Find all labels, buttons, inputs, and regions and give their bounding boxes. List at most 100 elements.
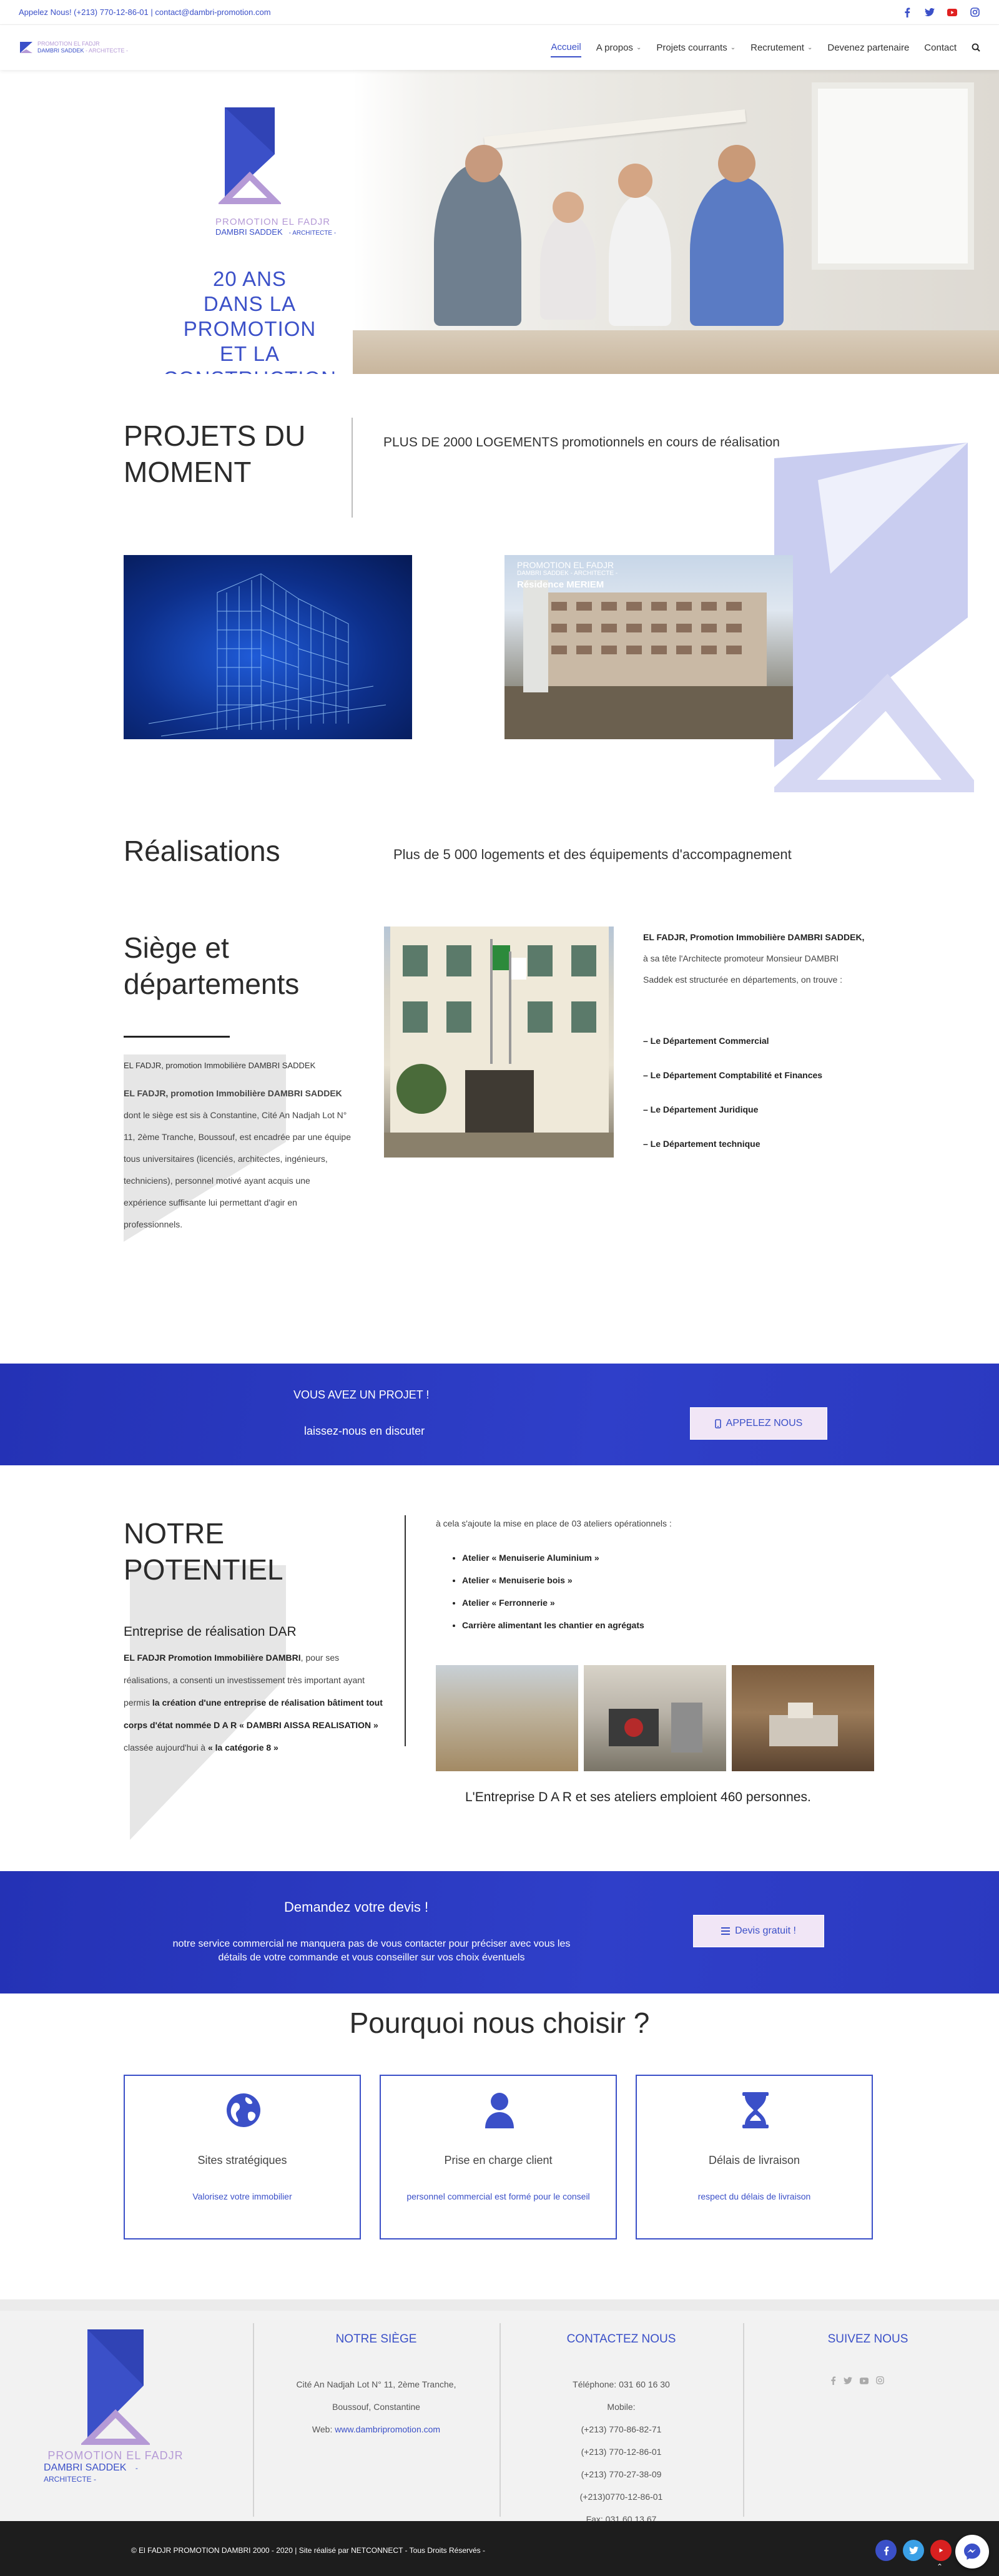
why-us-section: Pourquoi nous choisir ? Sites stratégiqu… — [0, 1993, 999, 2299]
siege-right-bold: EL FADJR, Promotion Immobilière DAMBRI S… — [643, 932, 865, 942]
potentiel-body: EL FADJR Promotion Immobilière DAMBRI, p… — [124, 1646, 386, 1759]
projects-title-line1: PROJETS DU — [124, 420, 306, 452]
hero-tagline-line1: 20 ANS — [213, 267, 287, 290]
why-card-sites[interactable]: Sites stratégiques Valorisez votre immob… — [124, 2075, 361, 2239]
top-bar: Appelez Nous! (+213) 770-12-86-01 | cont… — [0, 0, 999, 25]
hero-brand: PROMOTION EL FADJR DAMBRI SADDEK - ARCHIT… — [215, 217, 359, 237]
realisations-title: Réalisations — [124, 835, 280, 867]
messenger-icon — [964, 2544, 980, 2560]
nav-logo[interactable]: PROMOTION EL FADJR DAMBRI SADDEK - ARCHI… — [19, 41, 128, 54]
why-card-link[interactable]: personnel commercial est formé pour le c… — [381, 2191, 616, 2201]
nav-item-devenez-partenaire[interactable]: Devenez partenaire — [827, 39, 909, 57]
siege-title-line1: Siège et — [124, 932, 229, 964]
hero-brand-line1: PROMOTION EL FADJR — [215, 217, 331, 227]
why-card-title: Sites stratégiques — [197, 2154, 287, 2166]
list-item: Atelier « Ferronnerie » — [462, 1591, 644, 1614]
why-card-link[interactable]: respect du délais de livraison — [637, 2191, 872, 2201]
footer-address-line1: Cité An Nadjah Lot N° 11, 2ème Tranche, — [296, 2379, 456, 2389]
nav-item-recrutement[interactable]: Recrutement ⌄ — [750, 39, 812, 57]
potentiel-section: NOTRE POTENTIEL Entreprise de réalisatio… — [0, 1465, 999, 1871]
project-card-wireframe[interactable] — [124, 555, 412, 739]
search-icon[interactable] — [972, 39, 980, 56]
footer-website-link[interactable]: www.dambripromotion.com — [335, 2424, 440, 2434]
netconnect-link[interactable]: NETCONNECT — [351, 2546, 403, 2555]
footer-address-line2: Boussouf, Constantine — [332, 2402, 420, 2412]
siege-title: Siège et départements — [124, 930, 348, 1002]
footer-siege-address: Cité An Nadjah Lot N° 11, 2ème Tranche, … — [253, 2373, 500, 2441]
project-card-residence[interactable]: PROMOTION EL FADJR DAMBRI SADDEK - ARCHI… — [504, 555, 793, 739]
department-item: – Le Département Comptabilité et Finance… — [643, 1070, 823, 1080]
potentiel-body-bold: EL FADJR Promotion Immobilière DAMBRI — [124, 1653, 301, 1663]
call-us-button[interactable]: APPELEZ NOUS — [690, 1407, 827, 1440]
potentiel-title-line2: POTENTIEL — [124, 1553, 283, 1586]
potentiel-intro: à cela s'ajoute la mise en place de 03 a… — [436, 1518, 672, 1528]
top-contact-text[interactable]: Appelez Nous! (+213) 770-12-86-01 | cont… — [19, 7, 271, 17]
building-wireframe-image — [148, 573, 386, 737]
projects-title-line2: MOMENT — [124, 456, 252, 488]
cta-project-subheading: laissez-nous en discuter — [304, 1425, 425, 1437]
siege-title-line2: départements — [124, 968, 300, 1000]
siege-body-bold: EL FADJR, promotion Immobilière DAMBRI S… — [124, 1088, 342, 1098]
free-quote-button[interactable]: Devis gratuit ! — [693, 1915, 824, 1947]
copyright-text-part1: © El FADJR PROMOTION DAMBRI 2000 - 2020 … — [131, 2546, 352, 2555]
nav-brand-line3: - ARCHITECTE - — [86, 47, 129, 54]
siege-body-rest: dont le siège est sis à Constantine, Cit… — [124, 1110, 351, 1229]
nav-item-label: A propos — [596, 42, 633, 53]
divider — [124, 1036, 230, 1038]
facebook-icon[interactable] — [902, 7, 913, 18]
footer-siege-title: NOTRE SIÈGE — [335, 2333, 417, 2346]
youtube-icon[interactable] — [860, 2376, 869, 2388]
facebook-icon[interactable] — [830, 2376, 836, 2388]
potentiel-title-line1: NOTRE — [124, 1517, 224, 1550]
why-card-client[interactable]: Prise en charge client personnel commerc… — [380, 2075, 617, 2239]
list-item: Atelier « Menuiserie bois » — [462, 1569, 644, 1591]
scroll-to-top-icon[interactable]: ⌃ — [933, 2562, 946, 2575]
siege-section: Siège et départements EL FADJR, promotio… — [0, 908, 999, 1364]
instagram-icon[interactable] — [969, 7, 980, 18]
footer-socials — [830, 2376, 884, 2388]
copyright-text-part2: - Tous Droits Réservés - — [403, 2546, 486, 2555]
hero-brand-line3: - ARCHITECTE - — [288, 230, 337, 237]
nav-item-projets-courrants[interactable]: Projets courrants ⌄ — [656, 39, 736, 57]
footer-contact-line: (+213) 770-12-86-01 — [581, 2447, 662, 2457]
footer-brand-line2: DAMBRI SADDEK — [44, 2462, 127, 2473]
hero-section: PROMOTION EL FADJR DAMBRI SADDEK - ARCHIT… — [0, 70, 999, 374]
copyright-bar: © El FADJR PROMOTION DAMBRI 2000 - 2020 … — [0, 2521, 999, 2576]
potentiel-title: NOTRE POTENTIEL — [124, 1515, 348, 1588]
twitter-icon[interactable] — [903, 2540, 924, 2561]
youtube-icon[interactable] — [930, 2540, 952, 2561]
department-item: – Le Département Commercial — [643, 1036, 769, 1046]
carpentry-photo — [732, 1665, 874, 1771]
potentiel-body-bold: « la catégorie 8 » — [207, 1743, 278, 1753]
headquarters-photo — [384, 927, 614, 1158]
facebook-icon[interactable] — [875, 2540, 897, 2561]
nav-item-contact[interactable]: Contact — [924, 39, 957, 57]
twitter-icon[interactable] — [924, 7, 935, 18]
hero-tagline-line3: ET LA CONSTRUCTION — [163, 342, 336, 374]
why-card-delais[interactable]: Délais de livraison respect du délais de… — [636, 2075, 873, 2239]
footer-contact-title: CONTACTEZ NOUS — [566, 2333, 676, 2346]
quarry-photo — [436, 1665, 578, 1771]
main-navbar: PROMOTION EL FADJR DAMBRI SADDEK - ARCHI… — [0, 25, 999, 70]
workshop-list: Atelier « Menuiserie Aluminium » Atelier… — [462, 1546, 644, 1636]
nav-item-accueil[interactable]: Accueil — [551, 38, 581, 57]
potentiel-body-bold: la création d'une entreprise de réalisat… — [124, 1698, 383, 1730]
menu-icon — [721, 1927, 731, 1935]
instagram-icon[interactable] — [876, 2376, 884, 2388]
footer-brand-line1: PROMOTION EL FADJR — [47, 2449, 184, 2462]
footer-contact-list: Téléphone: 031 60 16 30 Mobile: (+213) 7… — [500, 2373, 743, 2530]
chevron-down-icon: ⌄ — [807, 44, 813, 51]
why-card-link[interactable]: Valorisez votre immobilier — [125, 2191, 360, 2201]
realisations-subtitle: Plus de 5 000 logements et des équipemen… — [393, 847, 792, 862]
why-card-title: Prise en charge client — [444, 2154, 553, 2166]
siege-caption: EL FADJR, promotion Immobilière DAMBRI S… — [124, 1061, 316, 1070]
siege-right-rest: à sa tête l'Architecte promoteur Monsieu… — [643, 953, 843, 985]
nav-item-a-propos[interactable]: A propos ⌄ — [596, 39, 642, 57]
nav-item-label: Projets courrants — [656, 42, 727, 53]
user-icon — [481, 2092, 518, 2129]
messenger-chat-button[interactable] — [955, 2535, 989, 2569]
why-card-title: Délais de livraison — [708, 2154, 800, 2166]
hourglass-icon — [737, 2092, 774, 2129]
twitter-icon[interactable] — [844, 2376, 852, 2388]
youtube-icon[interactable] — [947, 7, 958, 18]
